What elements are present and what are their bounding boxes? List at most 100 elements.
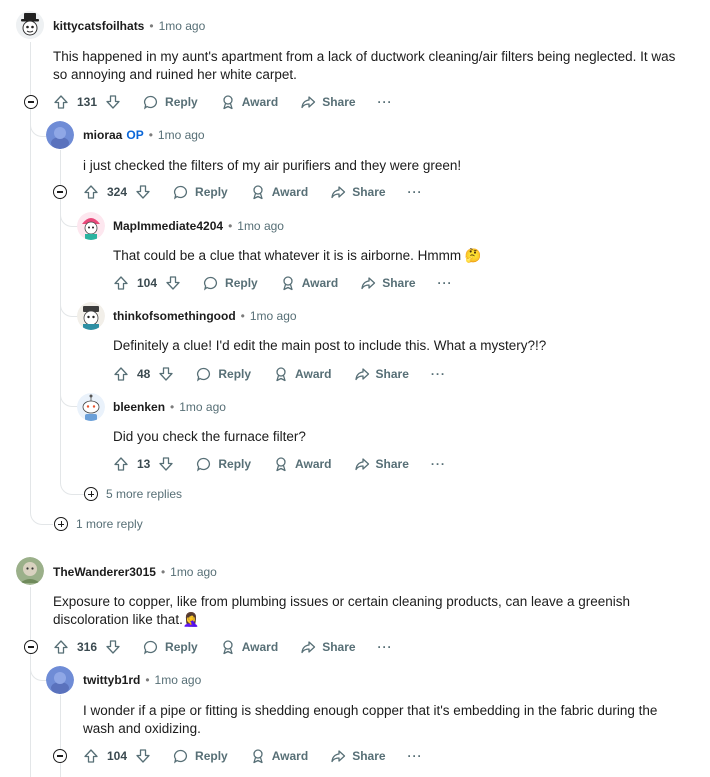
avatar[interactable]	[46, 666, 74, 694]
more-options-button[interactable]: ···	[378, 95, 393, 109]
share-label: Share	[352, 185, 386, 199]
downvote-icon[interactable]	[158, 366, 174, 382]
avatar[interactable]	[77, 393, 105, 421]
upvote-icon[interactable]	[113, 275, 129, 291]
more-options-button[interactable]: ···	[438, 276, 453, 290]
reply-button[interactable]: Reply	[143, 639, 198, 655]
separator: •	[160, 565, 166, 579]
reply-icon	[174, 185, 188, 200]
share-button[interactable]: Share	[360, 275, 416, 291]
share-button[interactable]: Share	[300, 639, 356, 655]
avatar[interactable]	[77, 302, 105, 330]
award-button[interactable]: Award	[250, 748, 308, 764]
upvote-icon[interactable]	[53, 639, 69, 655]
reply-button[interactable]: Reply	[196, 366, 251, 382]
comment-timestamp[interactable]: 1mo ago	[159, 19, 206, 33]
comment-author[interactable]: thinkofsomethingood	[113, 309, 236, 323]
share-icon	[331, 186, 346, 199]
more-options-button[interactable]: ···	[431, 367, 446, 381]
reply-button[interactable]: Reply	[173, 748, 228, 764]
avatar[interactable]	[16, 11, 44, 39]
award-label: Award	[301, 276, 339, 290]
more-options-button[interactable]: ···	[378, 640, 393, 654]
share-button[interactable]: Share	[354, 366, 409, 382]
reply-icon	[174, 749, 188, 764]
comment-timestamp[interactable]: 1mo ago	[170, 565, 217, 579]
upvote-icon[interactable]	[113, 456, 129, 472]
separator: •	[145, 673, 150, 687]
comment-author[interactable]: twittyb1rd	[83, 673, 140, 687]
award-icon	[253, 185, 263, 200]
comment-body: That could be a clue that whatever it is…	[113, 248, 482, 263]
collapse-thread-button[interactable]	[24, 640, 38, 654]
award-label: Award	[295, 367, 332, 381]
upvote-icon[interactable]	[83, 184, 99, 200]
avatar[interactable]	[46, 121, 74, 149]
downvote-icon[interactable]	[105, 94, 121, 110]
vote-count: 324	[107, 185, 128, 199]
award-button[interactable]: Award	[220, 94, 278, 110]
comment-author[interactable]: TheWanderer3015	[53, 565, 156, 579]
comment-timestamp[interactable]: 1mo ago	[250, 309, 297, 323]
downvote-icon[interactable]	[135, 748, 151, 764]
collapse-thread-button[interactable]	[24, 95, 38, 109]
collapse-thread-button[interactable]	[53, 185, 67, 199]
vote-count: 104	[137, 276, 158, 290]
reply-label: Reply	[218, 457, 252, 471]
share-label: Share	[375, 367, 409, 381]
award-label: Award	[295, 457, 332, 471]
award-button[interactable]: Award	[250, 184, 308, 200]
comment-author[interactable]: bleenken	[113, 400, 165, 414]
avatar[interactable]	[77, 212, 105, 240]
share-icon	[354, 458, 369, 471]
avatar[interactable]	[16, 557, 44, 585]
comment-author[interactable]: mioraa	[83, 128, 122, 142]
comment-body: i just checked the filters of my air pur…	[83, 158, 462, 173]
share-button[interactable]: Share	[300, 94, 356, 110]
more-options-button[interactable]: ···	[431, 457, 446, 471]
comment-body: This happened in my aunt's apartment fro…	[53, 49, 676, 82]
comment-timestamp[interactable]: 1mo ago	[237, 219, 284, 233]
upvote-icon[interactable]	[53, 94, 69, 110]
more-replies-button[interactable]: 5 more replies	[84, 484, 182, 504]
award-button[interactable]: Award	[220, 639, 278, 655]
share-button[interactable]: Share	[330, 184, 386, 200]
share-button[interactable]: Share	[330, 748, 386, 764]
reply-button[interactable]: Reply	[203, 275, 258, 291]
share-label: Share	[322, 95, 356, 109]
award-button[interactable]: Award	[273, 366, 332, 382]
award-icon	[223, 640, 233, 655]
reply-icon	[144, 640, 158, 655]
share-label: Share	[375, 457, 409, 471]
reply-button[interactable]: Reply	[196, 456, 251, 472]
reply-icon	[144, 95, 158, 110]
award-label: Award	[271, 185, 309, 199]
more-replies-button[interactable]: 1 more reply	[54, 514, 143, 534]
comment-timestamp[interactable]: 1mo ago	[155, 673, 202, 687]
downvote-icon[interactable]	[135, 184, 151, 200]
vote-count: 104	[107, 749, 128, 763]
award-icon	[283, 276, 293, 291]
reply-button[interactable]: Reply	[173, 184, 228, 200]
op-badge: OP	[126, 128, 144, 142]
separator: •	[170, 400, 175, 414]
award-button[interactable]: Award	[280, 275, 338, 291]
comment-author[interactable]: kittycatsfoilhats	[53, 19, 144, 33]
downvote-icon[interactable]	[165, 275, 181, 291]
award-button[interactable]: Award	[273, 456, 332, 472]
collapse-thread-button[interactable]	[53, 749, 67, 763]
separator: •	[149, 19, 154, 33]
reply-button[interactable]: Reply	[143, 94, 198, 110]
reply-icon	[197, 457, 211, 472]
more-options-button[interactable]: ···	[408, 185, 423, 199]
reply-label: Reply	[165, 640, 198, 654]
comment-author[interactable]: MapImmediate4204	[113, 219, 223, 233]
downvote-icon[interactable]	[105, 639, 121, 655]
comment-timestamp[interactable]: 1mo ago	[179, 400, 226, 414]
downvote-icon[interactable]	[158, 456, 174, 472]
more-options-button[interactable]: ···	[408, 749, 423, 763]
comment-timestamp[interactable]: 1mo ago	[158, 128, 205, 142]
upvote-icon[interactable]	[113, 366, 129, 382]
share-button[interactable]: Share	[354, 456, 409, 472]
upvote-icon[interactable]	[83, 748, 99, 764]
